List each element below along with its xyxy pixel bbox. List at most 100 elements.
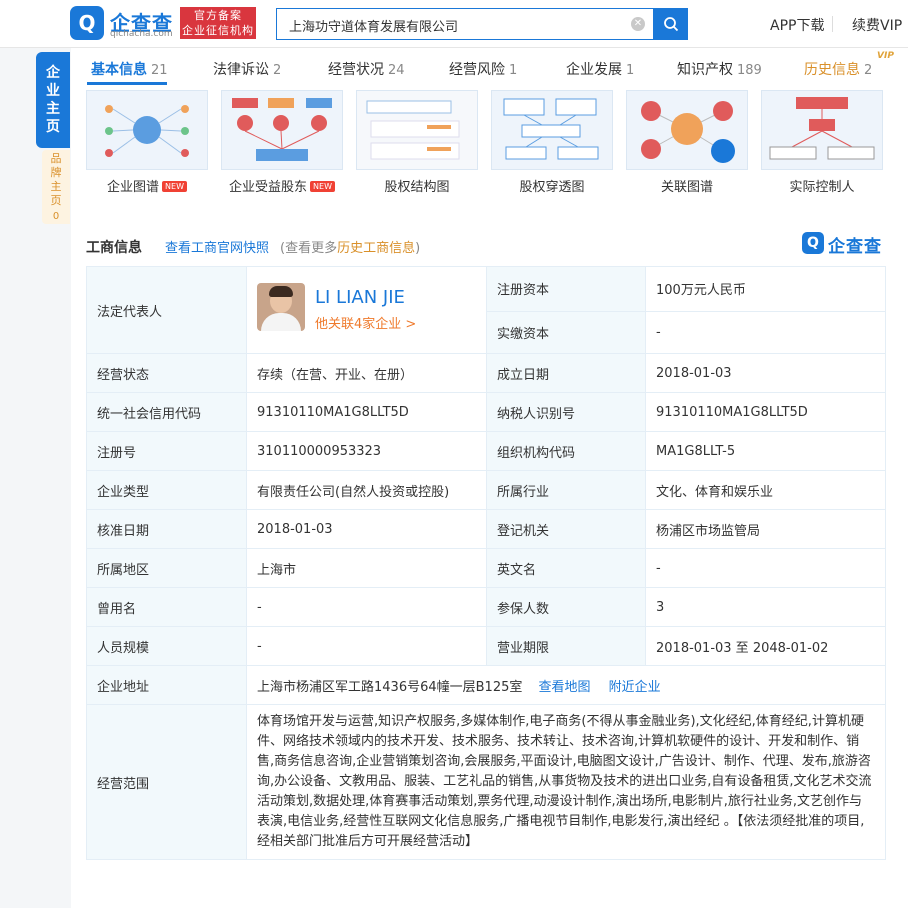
tax-id-label: 纳税人识别号 [486, 392, 646, 432]
relation-graph-icon [641, 101, 735, 163]
reg-no-value: 310110000953323 [246, 431, 487, 471]
qcc-logo-icon: Q [802, 232, 824, 254]
reg-capital-label: 注册资本 [486, 266, 646, 312]
tab-operation[interactable]: 经营状况 24 [328, 59, 405, 79]
tab-ip[interactable]: 知识产权 189 [677, 59, 762, 79]
controller-graph-icon [769, 97, 875, 160]
side-tab-enterprise-home[interactable]: 企 业 主 页 [36, 52, 70, 148]
legal-rep-cell: LI LIAN JIE 他关联4家企业 > [246, 266, 487, 354]
side-tab-char: 企 [46, 65, 60, 81]
table-row: 人员规模 - 营业期限 2018-01-03 至 2048-01-02 [86, 626, 886, 666]
clear-icon[interactable]: ✕ [631, 17, 645, 31]
brand-count: 0 [52, 211, 60, 222]
company-type-label: 企业类型 [86, 470, 247, 510]
official-snapshot-link[interactable]: 查看工商官网快照 [165, 237, 269, 256]
tab-risk[interactable]: 经营风险 1 [449, 59, 517, 79]
avatar[interactable] [257, 283, 305, 331]
table-row: 经营范围 体育场馆开发与运营,知识产权服务,多媒体制作,电子商务(不得从事金融业… [86, 704, 886, 860]
equity-structure-icon [366, 100, 460, 160]
tab-count: 189 [737, 63, 762, 78]
industry-label: 所属行业 [486, 470, 646, 510]
tab-basic-info[interactable]: 基本信息 21 [91, 59, 168, 79]
app-download-link[interactable]: APP下载 [770, 15, 824, 35]
table-row: 企业地址 上海市杨浦区军工路1436号64幢一层B125室 查看地图 附近企业 [86, 665, 886, 705]
history-info-link[interactable]: 历史工商信息 [337, 241, 415, 256]
graph-label-equity-structure[interactable]: 股权结构图 [356, 176, 478, 195]
tab-label: 企业发展 [566, 62, 622, 78]
graph-thumb-equity-structure[interactable] [356, 90, 478, 170]
address-cell: 上海市杨浦区军工路1436号64幢一层B125室 查看地图 附近企业 [246, 665, 886, 705]
enterprise-graph-icon [105, 105, 189, 157]
graph-thumb-enterprise[interactable] [86, 90, 208, 170]
table-row: 核准日期 2018-01-03 登记机关 杨浦区市场监管局 [86, 509, 886, 549]
section-title: 工商信息 [86, 240, 142, 256]
found-date-value: 2018-01-03 [645, 353, 886, 393]
tab-bar: 基本信息 21 法律诉讼 2 经营状况 24 经营风险 1 企业发展 1 知识产权 189 … [71, 51, 908, 86]
legal-rep-name[interactable]: LI LIAN JIE [315, 287, 405, 308]
tab-legal[interactable]: 法律诉讼 2 [213, 59, 281, 79]
renew-vip-link[interactable]: 续费VIP [852, 15, 902, 35]
graph-thumb-controller[interactable] [761, 90, 883, 170]
graph-thumb-beneficiary[interactable] [221, 90, 343, 170]
tab-label: 经营风险 [449, 62, 505, 78]
qcc-logo-text: 企查查 [828, 237, 882, 257]
business-scope-value: 体育场馆开发与运营,知识产权服务,多媒体制作,电子商务(不得从事金融业务),文化… [246, 704, 886, 860]
active-tab-indicator [87, 82, 167, 85]
tab-count: 21 [151, 63, 168, 78]
graph-label-equity-penetration[interactable]: 股权穿透图 [491, 176, 613, 195]
vip-tag: VIP [877, 51, 894, 61]
business-term-label: 营业期限 [486, 626, 646, 666]
credit-code-label: 统一社会信用代码 [86, 392, 247, 432]
approve-date-value: 2018-01-03 [246, 509, 487, 549]
authority-value: 杨浦区市场监管局 [645, 509, 886, 549]
credit-code-value: 91310110MA1G8LLT5D [246, 392, 487, 432]
tab-history[interactable]: 历史信息 2 [804, 59, 872, 79]
search-icon [664, 17, 679, 32]
new-badge: NEW [310, 181, 335, 192]
nearby-companies-link[interactable]: 附近企业 [609, 680, 661, 695]
divider [832, 16, 833, 32]
org-code-value: MA1G8LLT-5 [645, 431, 886, 471]
more-prefix: (查看更多 [280, 241, 338, 256]
tab-label: 知识产权 [677, 62, 733, 78]
more-suffix: ) [415, 241, 421, 256]
org-code-label: 组织机构代码 [486, 431, 646, 471]
side-tab-char: 品 [50, 152, 62, 165]
graph-thumb-equity-penetration[interactable] [491, 90, 613, 170]
legal-rep-label: 法定代表人 [86, 266, 247, 354]
english-name-label: 英文名 [486, 548, 646, 588]
badge-line2: 企业征信机构 [182, 24, 254, 37]
found-date-label: 成立日期 [486, 353, 646, 393]
former-name-label: 曾用名 [86, 587, 247, 627]
insured-value: 3 [645, 587, 886, 627]
tab-label: 历史信息 [804, 62, 860, 78]
english-name-value: - [645, 548, 886, 588]
status-value: 存续（在营、开业、在册） [246, 353, 487, 393]
side-tab-brand-home[interactable]: 品 牌 主 页 0 [42, 150, 70, 224]
tax-id-value: 91310110MA1G8LLT5D [645, 392, 886, 432]
search-button[interactable] [654, 8, 688, 40]
tab-count: 24 [388, 63, 405, 78]
region-label: 所属地区 [86, 548, 247, 588]
graph-label-enterprise[interactable]: 企业图谱 NEW [86, 176, 208, 195]
table-row: 统一社会信用代码 91310110MA1G8LLT5D 纳税人识别号 91310… [86, 392, 886, 432]
search-input[interactable]: 上海功守道体育发展有限公司 ✕ [276, 8, 654, 40]
view-map-link[interactable]: 查看地图 [539, 680, 591, 695]
more-history: (查看更多历史工商信息) [280, 237, 420, 256]
paid-capital-value: - [645, 310, 886, 354]
graph-label-controller[interactable]: 实际控制人 [761, 176, 883, 195]
graph-label-beneficiary[interactable]: 企业受益股东 NEW [221, 176, 343, 195]
graph-thumb-relation[interactable] [626, 90, 748, 170]
qichacha-logo[interactable]: Q 企查查 qichacha.com [70, 6, 173, 40]
legal-rep-related-link[interactable]: 他关联4家企业 > [315, 313, 416, 332]
former-name-value: - [246, 587, 487, 627]
tab-label: 基本信息 [91, 62, 147, 78]
tab-count: 1 [626, 63, 635, 78]
tab-development[interactable]: 企业发展 1 [566, 59, 634, 79]
graph-label-relation[interactable]: 关联图谱 [626, 176, 748, 195]
reg-capital-value: 100万元人民币 [645, 266, 886, 312]
paid-capital-label: 实缴资本 [486, 310, 646, 354]
table-row: 法定代表人 LI LIAN JIE 他关联4家企业 > 注册资本 100万元人民… [86, 266, 886, 354]
top-bar: Q 企查查 qichacha.com 官方备案 企业征信机构 上海功守道体育发展… [0, 0, 908, 48]
tab-count: 1 [509, 63, 518, 78]
